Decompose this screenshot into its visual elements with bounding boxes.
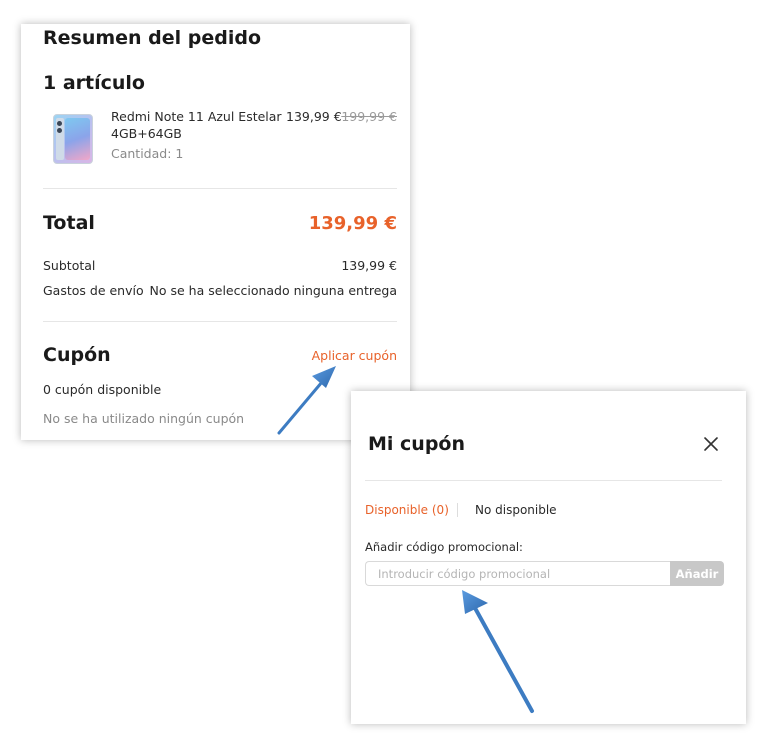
no-coupon-used-text: No se ha utilizado ningún cupón xyxy=(43,411,245,426)
order-summary-card: Resumen del pedido 1 artículo Redmi Note… xyxy=(21,24,410,440)
subtotal-label: Subtotal xyxy=(43,258,96,273)
close-icon[interactable] xyxy=(702,435,720,453)
add-button[interactable]: Añadir xyxy=(670,561,724,586)
coupon-dialog: Mi cupón Disponible (0) No disponible Añ… xyxy=(351,391,746,724)
divider xyxy=(365,480,722,481)
apply-coupon-link[interactable]: Aplicar cupón xyxy=(312,348,397,363)
tab-separator xyxy=(457,503,458,517)
order-summary-title: Resumen del pedido xyxy=(43,27,262,49)
product-name: Redmi Note 11 Azul Estelar xyxy=(111,109,282,124)
shipping-label: Gastos de envío xyxy=(43,283,144,298)
shipping-value: No se ha seleccionado ninguna entrega xyxy=(149,283,397,298)
product-variant: 4GB+64GB xyxy=(111,126,182,141)
items-heading: 1 artículo xyxy=(43,72,145,94)
tab-available[interactable]: Disponible (0) xyxy=(365,503,449,517)
product-quantity: Cantidad: 1 xyxy=(111,146,184,161)
promo-code-label: Añadir código promocional: xyxy=(365,540,523,554)
tab-not-available[interactable]: No disponible xyxy=(475,503,557,517)
promo-code-input[interactable] xyxy=(365,561,670,586)
divider xyxy=(43,188,397,189)
coupon-heading: Cupón xyxy=(43,344,111,366)
total-value: 139,99 € xyxy=(308,213,397,234)
total-label: Total xyxy=(43,212,95,234)
dialog-title: Mi cupón xyxy=(368,433,466,455)
product-image xyxy=(53,114,93,164)
product-old-price: 199,99 € xyxy=(341,109,397,124)
available-coupons-count: 0 cupón disponible xyxy=(43,382,162,397)
subtotal-value: 139,99 € xyxy=(341,258,397,273)
product-price: 139,99 € xyxy=(286,109,342,124)
divider xyxy=(43,321,397,322)
